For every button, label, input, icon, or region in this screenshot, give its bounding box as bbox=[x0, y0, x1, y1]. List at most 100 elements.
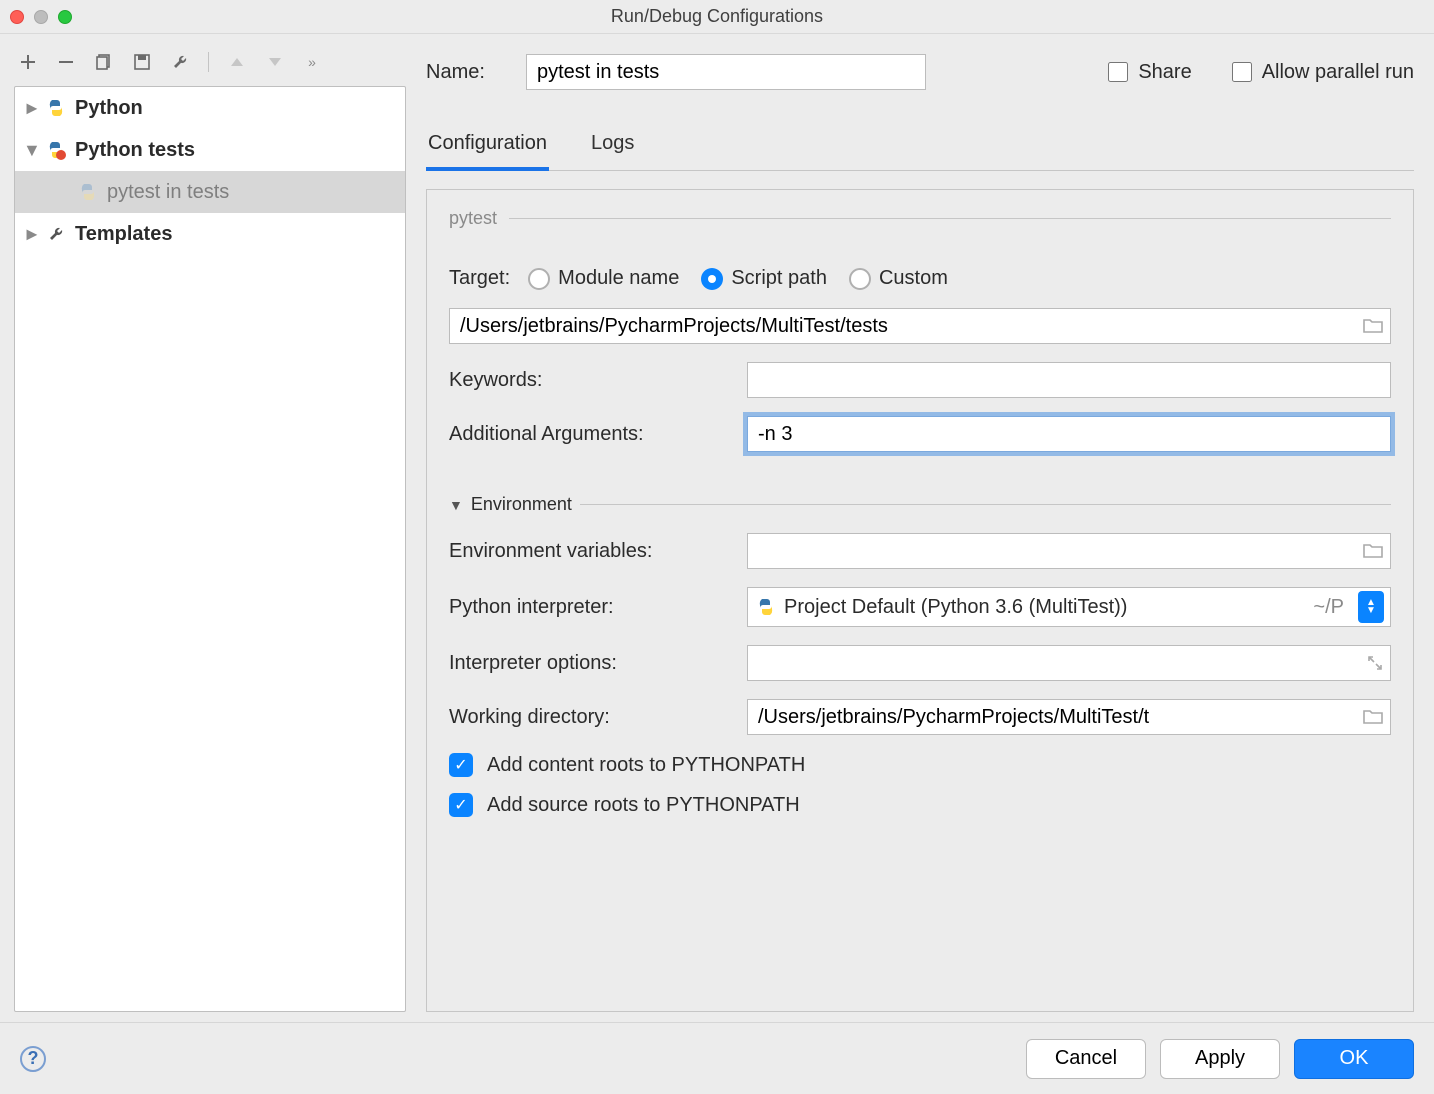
expand-icon[interactable] bbox=[1367, 655, 1383, 671]
more-icon[interactable]: » bbox=[303, 52, 323, 72]
apply-button[interactable]: Apply bbox=[1160, 1039, 1280, 1079]
sidebar-toolbar: » bbox=[14, 44, 406, 86]
add-content-roots-checkbox[interactable]: ✓ Add content roots to PYTHONPATH bbox=[449, 753, 1391, 777]
window-title: Run/Debug Configurations bbox=[0, 6, 1434, 27]
radio-label: Custom bbox=[879, 267, 948, 290]
additional-args-label: Additional Arguments: bbox=[449, 423, 729, 446]
workdir-label: Working directory: bbox=[449, 706, 729, 729]
tabs: Configuration Logs bbox=[426, 120, 1414, 171]
folder-icon[interactable] bbox=[1363, 709, 1383, 725]
folder-icon[interactable] bbox=[1363, 318, 1383, 334]
target-path-row bbox=[449, 308, 1391, 344]
interp-opts-input[interactable] bbox=[747, 645, 1391, 681]
add-content-roots-label: Add content roots to PYTHONPATH bbox=[487, 754, 805, 777]
help-icon[interactable]: ? bbox=[20, 1046, 46, 1072]
titlebar: Run/Debug Configurations bbox=[0, 0, 1434, 34]
python-icon bbox=[45, 97, 67, 119]
configuration-panel: pytest Target: Module name Script path bbox=[426, 189, 1414, 1012]
footer: ? Cancel Apply OK bbox=[0, 1022, 1434, 1094]
move-up-icon[interactable] bbox=[227, 52, 247, 72]
tab-configuration[interactable]: Configuration bbox=[426, 120, 549, 171]
allow-parallel-label: Allow parallel run bbox=[1262, 61, 1414, 84]
pytest-dim-icon bbox=[77, 181, 99, 203]
chevron-right-icon: ► bbox=[23, 98, 37, 119]
remove-config-icon[interactable] bbox=[56, 52, 76, 72]
allow-parallel-checkbox[interactable]: Allow parallel run bbox=[1232, 61, 1414, 84]
tree-node-templates[interactable]: ► Templates bbox=[15, 213, 405, 255]
keywords-row: Keywords: bbox=[449, 362, 1391, 398]
config-tree[interactable]: ► Python ▼ Python tests bbox=[14, 86, 406, 1012]
tree-label: Python tests bbox=[75, 139, 195, 162]
keywords-label: Keywords: bbox=[449, 369, 729, 392]
env-vars-label: Environment variables: bbox=[449, 540, 729, 563]
env-vars-input[interactable] bbox=[747, 533, 1391, 569]
python-icon bbox=[756, 597, 776, 617]
radio-custom[interactable]: Custom bbox=[849, 267, 948, 290]
checkbox-checked-icon: ✓ bbox=[449, 753, 473, 777]
add-config-icon[interactable] bbox=[18, 52, 38, 72]
target-row: Target: Module name Script path bbox=[449, 267, 1391, 290]
checkbox-checked-icon: ✓ bbox=[449, 793, 473, 817]
cancel-button[interactable]: Cancel bbox=[1026, 1039, 1146, 1079]
toolbar-separator bbox=[208, 52, 209, 72]
environment-section-header[interactable]: ▼ Environment bbox=[449, 494, 1391, 515]
radio-icon bbox=[701, 268, 723, 290]
sidebar: » ► Python ▼ Python tests bbox=[0, 34, 420, 1022]
save-config-icon[interactable] bbox=[132, 52, 152, 72]
wrench-icon bbox=[45, 223, 67, 245]
name-input[interactable] bbox=[526, 54, 926, 90]
pytest-legend: pytest bbox=[449, 208, 509, 229]
interpreter-label: Python interpreter: bbox=[449, 596, 729, 619]
tree-node-python-tests[interactable]: ▼ Python tests bbox=[15, 129, 405, 171]
share-checkbox-input[interactable] bbox=[1108, 62, 1128, 82]
keywords-input[interactable] bbox=[747, 362, 1391, 398]
interpreter-row: Python interpreter: Project Default (Pyt… bbox=[449, 587, 1391, 627]
tree-node-python[interactable]: ► Python bbox=[15, 87, 405, 129]
interpreter-value: Project Default (Python 3.6 (MultiTest)) bbox=[784, 596, 1127, 619]
tree-label: Templates bbox=[75, 223, 172, 246]
radio-icon bbox=[849, 268, 871, 290]
share-checkbox[interactable]: Share bbox=[1108, 61, 1191, 84]
interp-opts-label: Interpreter options: bbox=[449, 652, 729, 675]
copy-config-icon[interactable] bbox=[94, 52, 114, 72]
workdir-row: Working directory: bbox=[449, 699, 1391, 735]
pytest-icon bbox=[45, 139, 67, 161]
target-path-input[interactable] bbox=[449, 308, 1391, 344]
chevron-down-icon: ▼ bbox=[23, 140, 37, 161]
radio-icon bbox=[528, 268, 550, 290]
chevron-down-icon: ▼ bbox=[449, 497, 463, 513]
add-source-roots-label: Add source roots to PYTHONPATH bbox=[487, 794, 800, 817]
radio-label: Module name bbox=[558, 267, 679, 290]
tab-logs[interactable]: Logs bbox=[589, 120, 636, 170]
main-panel: Name: Share Allow parallel run Configura… bbox=[420, 34, 1434, 1022]
ok-button[interactable]: OK bbox=[1294, 1039, 1414, 1079]
allow-parallel-checkbox-input[interactable] bbox=[1232, 62, 1252, 82]
name-row: Name: Share Allow parallel run bbox=[426, 44, 1414, 100]
radio-module-name[interactable]: Module name bbox=[528, 267, 679, 290]
environment-section-label: Environment bbox=[471, 494, 572, 515]
run-debug-config-window: Run/Debug Configurations bbox=[0, 0, 1434, 1094]
pytest-fieldset: pytest Target: Module name Script path bbox=[449, 208, 1391, 470]
move-down-icon[interactable] bbox=[265, 52, 285, 72]
radio-label: Script path bbox=[731, 267, 827, 290]
env-vars-row: Environment variables: bbox=[449, 533, 1391, 569]
add-source-roots-checkbox[interactable]: ✓ Add source roots to PYTHONPATH bbox=[449, 793, 1391, 817]
target-label: Target: bbox=[449, 267, 510, 290]
folder-icon[interactable] bbox=[1363, 543, 1383, 559]
interp-opts-row: Interpreter options: bbox=[449, 645, 1391, 681]
updown-chevron-icon[interactable]: ▲▼ bbox=[1358, 591, 1384, 623]
radio-script-path[interactable]: Script path bbox=[701, 267, 827, 290]
name-label: Name: bbox=[426, 61, 506, 84]
chevron-right-icon: ► bbox=[23, 224, 37, 245]
tree-node-pytest-in-tests[interactable]: pytest in tests bbox=[15, 171, 405, 213]
share-label: Share bbox=[1138, 61, 1191, 84]
target-radio-group: Module name Script path Custom bbox=[528, 267, 948, 290]
interpreter-select[interactable]: Project Default (Python 3.6 (MultiTest))… bbox=[747, 587, 1391, 627]
tree-label: pytest in tests bbox=[107, 181, 229, 204]
tree-label: Python bbox=[75, 97, 143, 120]
interpreter-path-tail: ~/P bbox=[1313, 596, 1344, 619]
workdir-input[interactable] bbox=[747, 699, 1391, 735]
wrench-icon[interactable] bbox=[170, 52, 190, 72]
additional-args-input[interactable] bbox=[747, 416, 1391, 452]
additional-args-row: Additional Arguments: bbox=[449, 416, 1391, 452]
